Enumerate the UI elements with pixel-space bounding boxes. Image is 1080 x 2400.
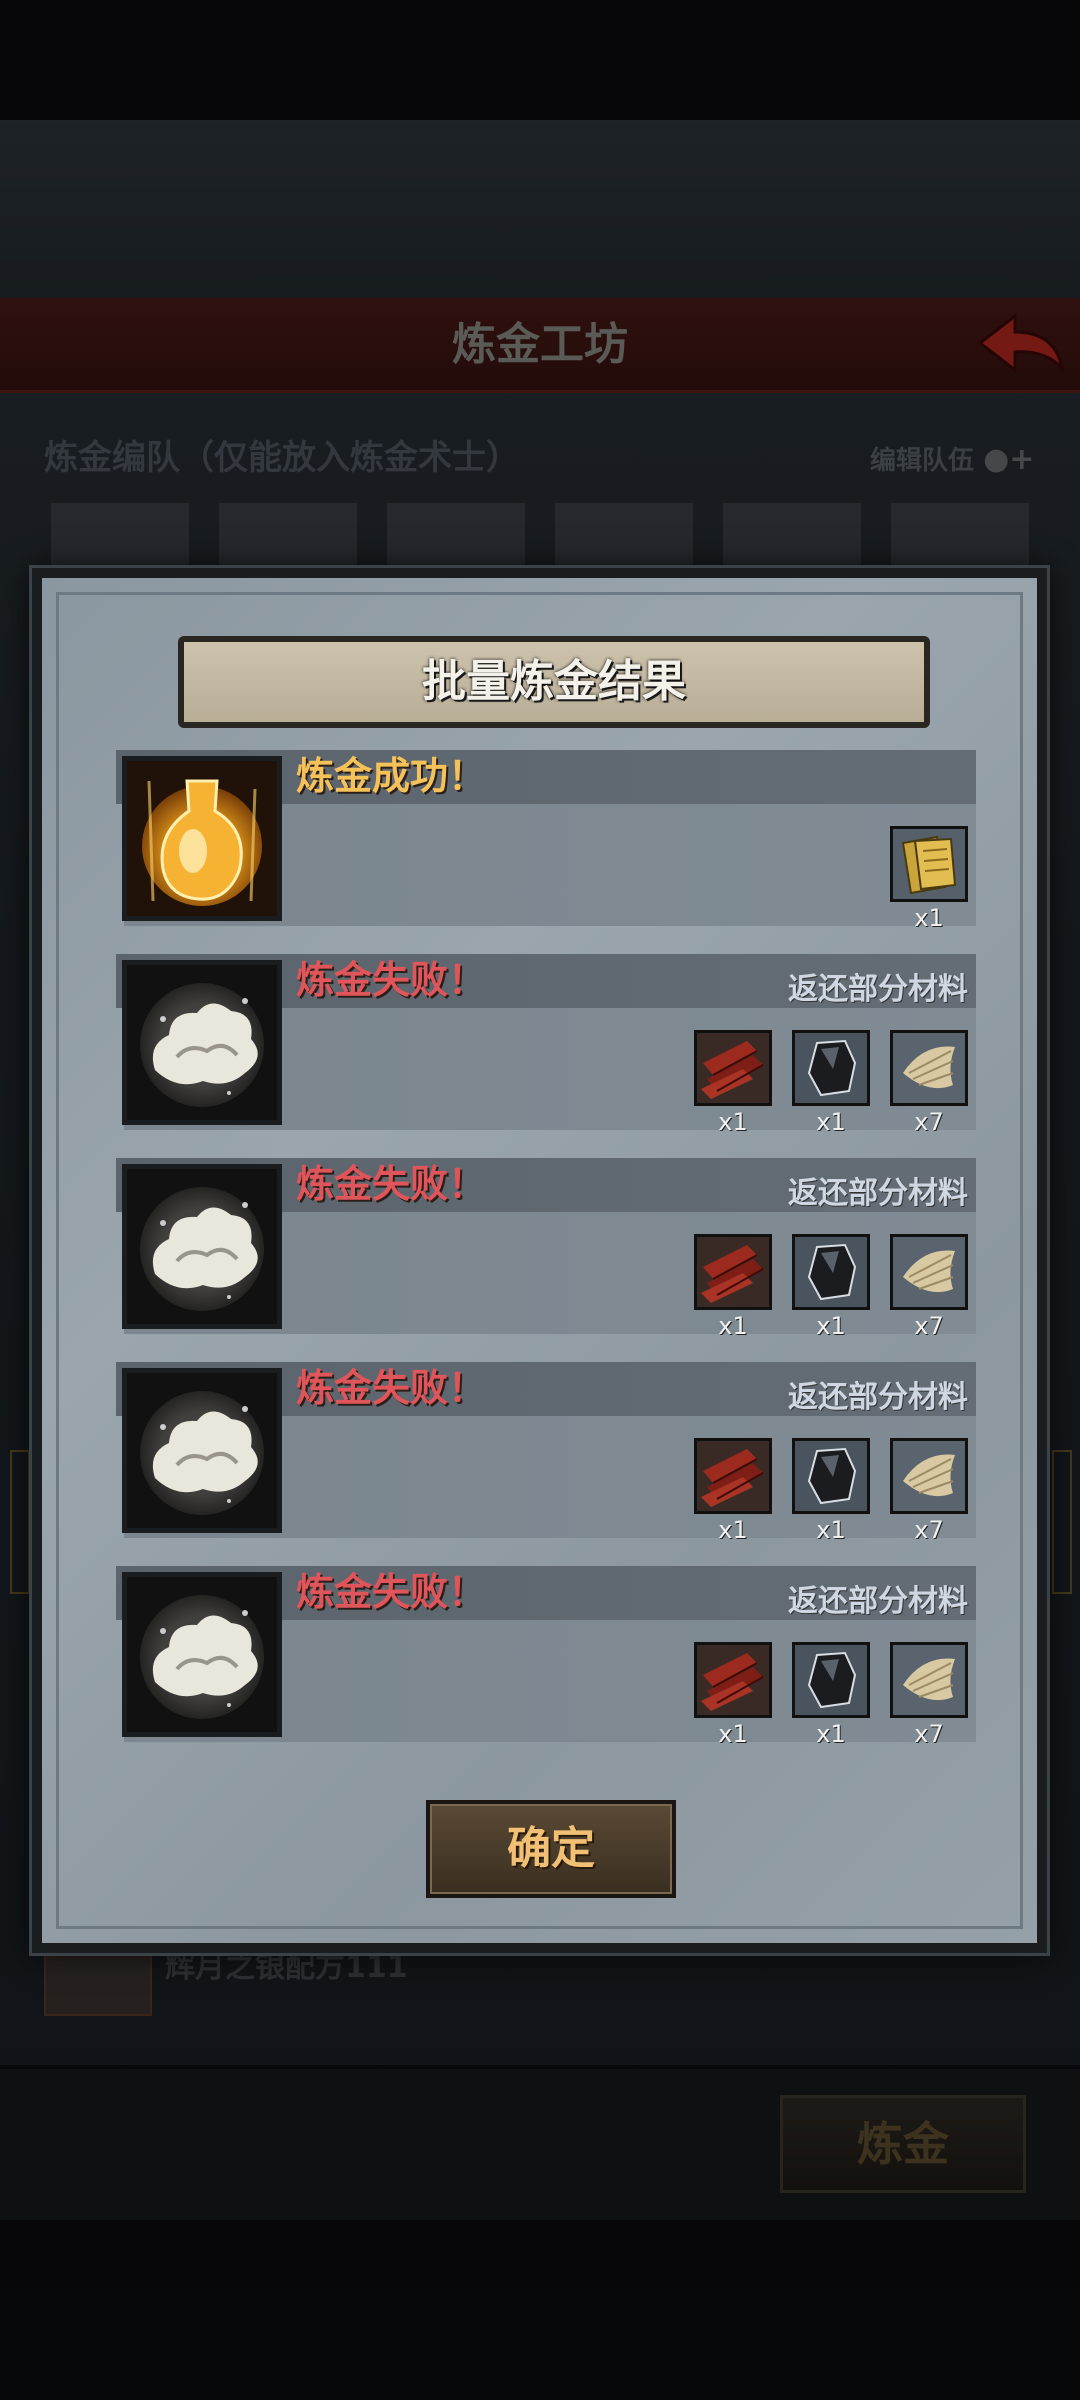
dark-ore-icon[interactable] [792, 1438, 870, 1514]
result-status: 炼金失败！ [296, 1570, 487, 1614]
material-quantity: x1 [816, 1516, 846, 1544]
material-quantity: x1 [718, 1720, 748, 1748]
batch-result-dialog: 批量炼金结果 炼金成功！ x1 炼金失败！ 返还部分材料 x1 x1 x7 炼金失败！ 返还部分… [32, 568, 1047, 1953]
wood-planks-icon[interactable] [694, 1642, 772, 1718]
material-quantity: x1 [718, 1108, 748, 1136]
wood-planks-icon[interactable] [694, 1438, 772, 1514]
material-quantity: x1 [816, 1108, 846, 1136]
result-row: 炼金成功！ x1 [116, 750, 976, 932]
confirm-button[interactable]: 确定 [426, 1800, 676, 1898]
result-row: 炼金失败！ 返还部分材料 x1 x1 x7 [116, 1158, 976, 1340]
material-quantity: x7 [914, 1720, 944, 1748]
material-quantity: x1 [718, 1516, 748, 1544]
dark-ore-icon[interactable] [792, 1642, 870, 1718]
result-list[interactable]: 炼金成功！ x1 炼金失败！ 返还部分材料 x1 x1 x7 炼金失败！ 返还部分材料 x1 x1 x… [116, 750, 976, 1810]
result-row: 炼金失败！ 返还部分材料 x1 x1 x7 [116, 1362, 976, 1544]
fiber-bundle-icon[interactable] [890, 1030, 968, 1106]
returned-materials-label: 返还部分材料 [788, 1584, 968, 1619]
material-quantity: x1 [914, 904, 944, 932]
fiber-bundle-icon[interactable] [890, 1438, 968, 1514]
returned-materials-label: 返还部分材料 [788, 972, 968, 1007]
dialog-title: 批量炼金结果 [422, 656, 686, 707]
fiber-bundle-icon[interactable] [890, 1234, 968, 1310]
ash-failure-icon [122, 1164, 282, 1329]
ash-failure-icon [122, 1368, 282, 1533]
golden-scroll-icon[interactable] [890, 826, 968, 902]
result-row: 炼金失败！ 返还部分材料 x1 x1 x7 [116, 1566, 976, 1748]
wood-planks-icon[interactable] [694, 1234, 772, 1310]
dialog-title-plate: 批量炼金结果 [178, 636, 930, 728]
result-status: 炼金失败！ [296, 958, 487, 1002]
wood-planks-icon[interactable] [694, 1030, 772, 1106]
material-quantity: x7 [914, 1516, 944, 1544]
returned-materials-label: 返还部分材料 [788, 1380, 968, 1415]
ash-failure-icon [122, 1572, 282, 1737]
ash-failure-icon [122, 960, 282, 1125]
material-quantity: x7 [914, 1108, 944, 1136]
result-row: 炼金失败！ 返还部分材料 x1 x1 x7 [116, 954, 976, 1136]
dark-ore-icon[interactable] [792, 1030, 870, 1106]
result-status: 炼金失败！ [296, 1162, 487, 1206]
material-quantity: x1 [816, 1720, 846, 1748]
result-status: 炼金成功！ [296, 754, 487, 798]
dark-ore-icon[interactable] [792, 1234, 870, 1310]
result-status: 炼金失败！ [296, 1366, 487, 1410]
material-quantity: x1 [718, 1312, 748, 1340]
material-quantity: x7 [914, 1312, 944, 1340]
returned-materials-label: 返还部分材料 [788, 1176, 968, 1211]
fiber-bundle-icon[interactable] [890, 1642, 968, 1718]
material-quantity: x1 [816, 1312, 846, 1340]
potion-success-icon [122, 756, 282, 921]
